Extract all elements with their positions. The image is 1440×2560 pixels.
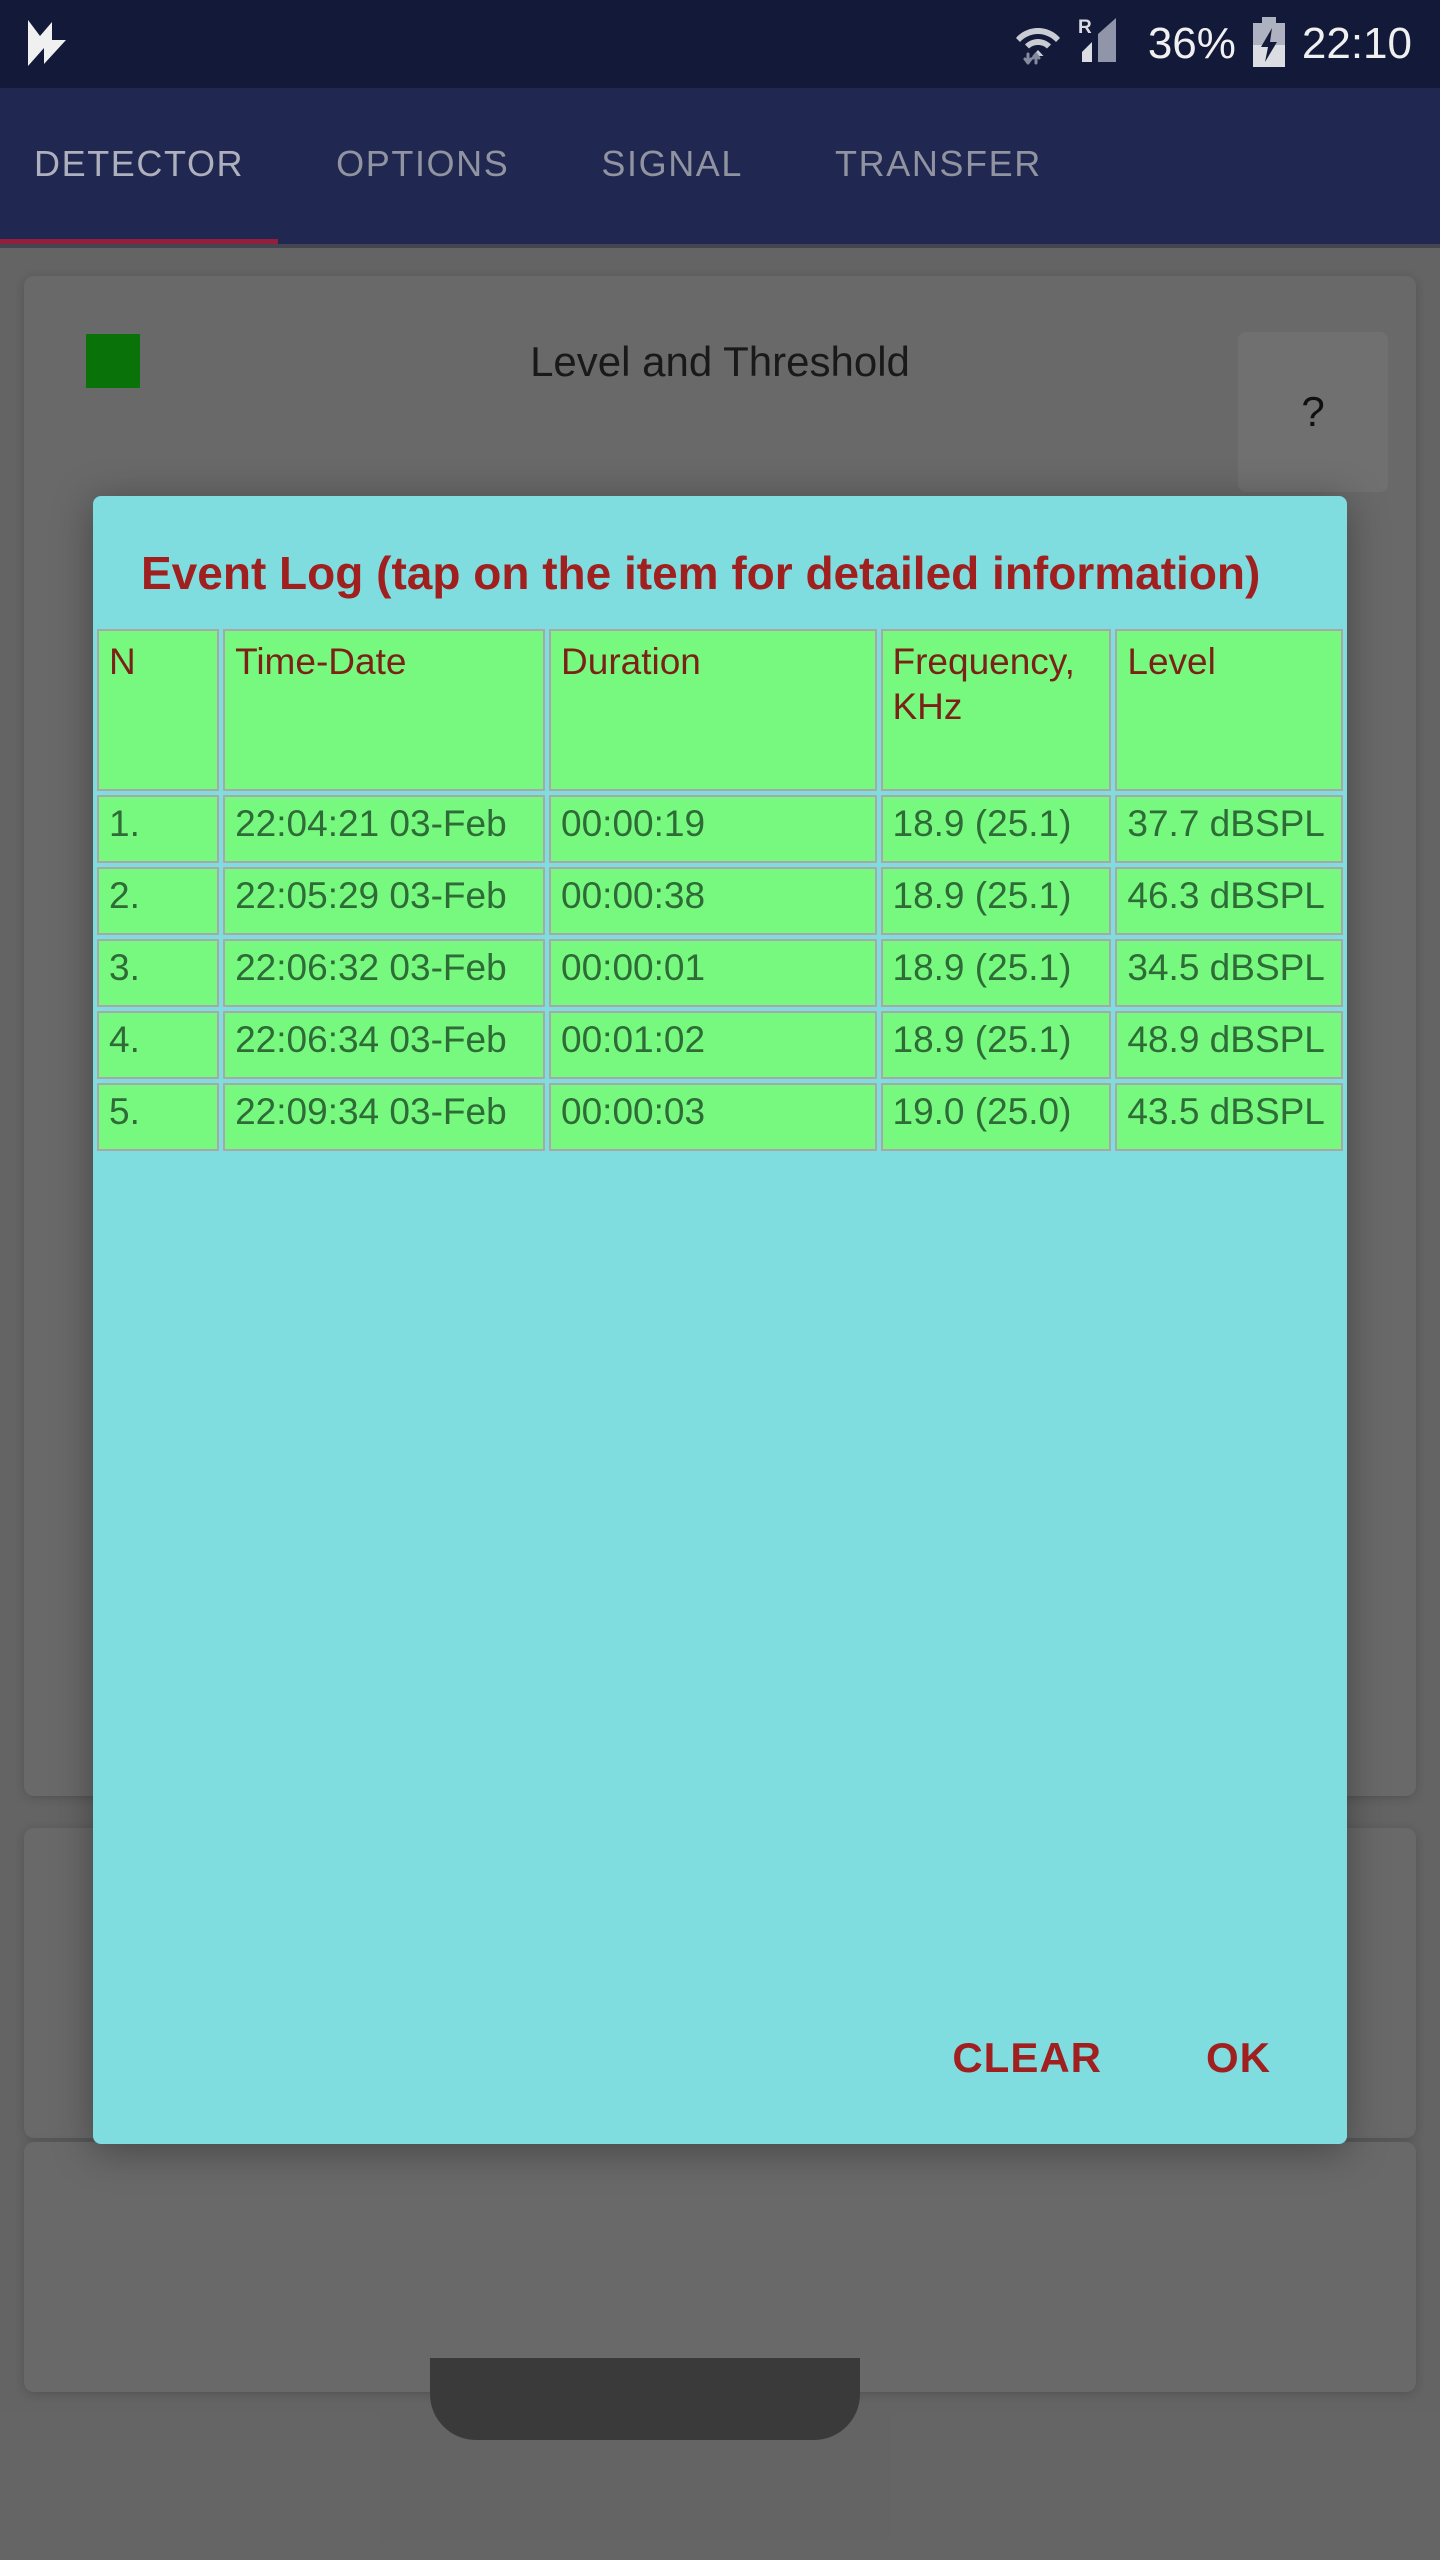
cell-n: 1. — [97, 794, 220, 863]
cell-duration: 00:01:02 — [549, 1010, 877, 1079]
table-row[interactable]: 1. 22:04:21 03-Feb 00:00:19 18.9 (25.1) … — [97, 794, 1343, 863]
cell-frequency: 18.9 (25.1) — [880, 938, 1112, 1007]
event-log-dialog: Event Log (tap on the item for detailed … — [93, 496, 1347, 2144]
status-bar: R 36% 22:10 — [0, 0, 1440, 88]
tab-bar: DETECTOR OPTIONS SIGNAL TRANSFER — [0, 88, 1440, 248]
cell-frequency: 18.9 (25.1) — [880, 794, 1112, 863]
table-row[interactable]: 3. 22:06:32 03-Feb 00:00:01 18.9 (25.1) … — [97, 938, 1343, 1007]
clock: 22:10 — [1301, 19, 1412, 68]
cell-level: 43.5 dBSPL — [1115, 1082, 1343, 1151]
cell-duration: 00:00:38 — [549, 866, 877, 935]
cell-time-date: 22:06:34 03-Feb — [223, 1010, 546, 1079]
table-row[interactable]: 5. 22:09:34 03-Feb 00:00:03 19.0 (25.0) … — [97, 1082, 1343, 1151]
tab-detector[interactable]: DETECTOR — [34, 143, 290, 185]
app-logo-icon — [24, 18, 70, 70]
cell-n: 5. — [97, 1082, 220, 1151]
table-header-row: N Time-Date Duration Frequency, KHz Leve… — [97, 628, 1343, 791]
event-log-table: N Time-Date Duration Frequency, KHz Leve… — [93, 625, 1347, 1155]
column-header-frequency: Frequency, KHz — [880, 628, 1112, 791]
column-header-duration: Duration — [549, 628, 877, 791]
cell-time-date: 22:05:29 03-Feb — [223, 866, 546, 935]
cell-n: 2. — [97, 866, 220, 935]
cell-level: 34.5 dBSPL — [1115, 938, 1343, 1007]
battery-charging-icon — [1250, 16, 1288, 73]
cell-signal-icon: R — [1076, 16, 1134, 73]
cell-time-date: 22:04:21 03-Feb — [223, 794, 546, 863]
tab-options[interactable]: OPTIONS — [336, 143, 555, 185]
column-header-time-date: Time-Date — [223, 628, 546, 791]
cell-n: 4. — [97, 1010, 220, 1079]
card-title: Level and Threshold — [530, 338, 910, 385]
cell-time-date: 22:09:34 03-Feb — [223, 1082, 546, 1151]
cell-level: 37.7 dBSPL — [1115, 794, 1343, 863]
clear-button[interactable]: CLEAR — [952, 2034, 1102, 2082]
cell-n: 3. — [97, 938, 220, 1007]
help-button-level-threshold[interactable]: ? — [1238, 332, 1388, 492]
column-header-n: N — [97, 628, 220, 791]
cell-time-date: 22:06:32 03-Feb — [223, 938, 546, 1007]
tab-signal[interactable]: SIGNAL — [601, 143, 789, 185]
cell-duration: 00:00:01 — [549, 938, 877, 1007]
nav-handle — [430, 2358, 860, 2440]
ok-button[interactable]: OK — [1206, 2034, 1271, 2082]
cell-level: 48.9 dBSPL — [1115, 1010, 1343, 1079]
event-log-table-head: N Time-Date Duration Frequency, KHz Leve… — [97, 628, 1343, 791]
dialog-action-bar: CLEAR OK — [93, 2034, 1347, 2144]
dialog-title: Event Log (tap on the item for detailed … — [141, 547, 1261, 599]
tab-transfer[interactable]: TRANSFER — [835, 143, 1088, 185]
cell-frequency: 18.9 (25.1) — [880, 1010, 1112, 1079]
cell-duration: 00:00:19 — [549, 794, 877, 863]
wifi-icon — [1014, 18, 1062, 71]
status-bar-right: R 36% 22:10 — [1014, 16, 1412, 73]
cell-duration: 00:00:03 — [549, 1082, 877, 1151]
tab-list: DETECTOR OPTIONS SIGNAL TRANSFER — [0, 88, 1440, 240]
table-row[interactable]: 2. 22:05:29 03-Feb 00:00:38 18.9 (25.1) … — [97, 866, 1343, 935]
battery-percent: 36% — [1147, 19, 1236, 68]
event-log-table-body: 1. 22:04:21 03-Feb 00:00:19 18.9 (25.1) … — [97, 794, 1343, 1151]
column-header-level: Level — [1115, 628, 1343, 791]
table-row[interactable]: 4. 22:06:34 03-Feb 00:01:02 18.9 (25.1) … — [97, 1010, 1343, 1079]
cell-frequency: 18.9 (25.1) — [880, 866, 1112, 935]
svg-text:R: R — [1078, 17, 1092, 38]
secondary-card-lower: ? — [24, 2142, 1416, 2392]
screen-root: R 36% 22:10 DETECTOR OPTIONS SIGNAL TRAN… — [0, 0, 1440, 2560]
status-bar-left — [24, 18, 70, 70]
cell-level: 46.3 dBSPL — [1115, 866, 1343, 935]
cell-frequency: 19.0 (25.0) — [880, 1082, 1112, 1151]
